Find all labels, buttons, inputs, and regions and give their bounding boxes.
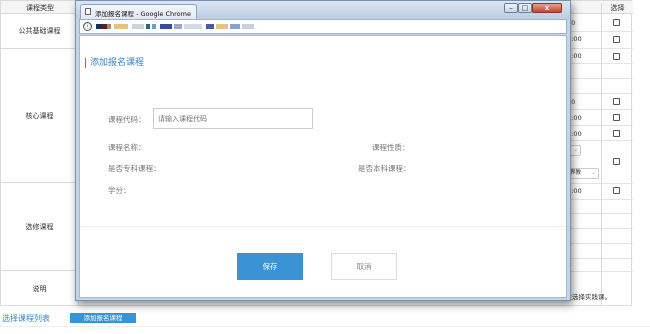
redacted-url-block bbox=[184, 24, 202, 29]
redacted-url-block bbox=[206, 24, 214, 29]
redacted-url-block bbox=[174, 24, 182, 29]
chrome-popup-window: 添加报名课程 - Google Chrome – □ x ⓘ 添加报名课程 课程… bbox=[75, 0, 571, 301]
row-checkbox[interactable] bbox=[613, 114, 620, 121]
form-divider bbox=[80, 226, 566, 227]
row-checkbox[interactable] bbox=[613, 130, 620, 137]
row-checkbox[interactable] bbox=[613, 187, 620, 194]
is-bachelor-label: 是否本科课程： bbox=[358, 164, 411, 173]
popup-content: 添加报名课程 课程代码： 课程名称： 课程性质： 是否专科课程： 是否本科课程：… bbox=[79, 35, 567, 298]
category-note: 说明 bbox=[1, 271, 79, 307]
maximize-button[interactable]: □ bbox=[518, 3, 532, 13]
save-button[interactable]: 保存 bbox=[237, 253, 303, 280]
header-course-type: 课程类型 bbox=[26, 4, 54, 12]
chevron-down-icon: ⌄ bbox=[591, 170, 596, 176]
redacted-url-block bbox=[114, 24, 128, 29]
credit-label: 学分： bbox=[108, 186, 131, 195]
redacted-url-block bbox=[107, 24, 111, 29]
footer-divider bbox=[0, 326, 650, 327]
selected-courses-title: 选择课程列表 bbox=[2, 314, 50, 323]
is-junior-college-label: 是否专科课程： bbox=[108, 164, 161, 173]
row-checkbox[interactable] bbox=[613, 36, 620, 43]
address-bar[interactable]: ⓘ bbox=[79, 19, 567, 34]
redacted-url-block bbox=[152, 24, 156, 29]
select-column-divider bbox=[601, 14, 602, 307]
category-label: 选修课程 bbox=[25, 222, 54, 231]
redacted-url-block bbox=[216, 24, 228, 29]
browser-tab[interactable]: 添加报名课程 - Google Chrome bbox=[80, 4, 197, 19]
row-select[interactable]: 界教 ⌄ bbox=[567, 168, 599, 179]
category-public: 公共基础课程 bbox=[1, 14, 79, 49]
tab-title: 添加报名课程 - Google Chrome bbox=[95, 10, 191, 18]
redacted-url-block bbox=[242, 24, 254, 29]
window-titlebar[interactable]: 添加报名课程 - Google Chrome – □ x bbox=[76, 1, 570, 19]
category-label: 核心课程 bbox=[25, 111, 54, 120]
redacted-url-block bbox=[230, 24, 240, 29]
category-elective: 选修课程 bbox=[1, 183, 79, 271]
category-core: 核心课程 bbox=[1, 49, 79, 183]
row-checkbox[interactable] bbox=[613, 19, 620, 26]
redacted-url-block bbox=[132, 24, 144, 29]
chevron-down-icon: ⌄ bbox=[573, 147, 578, 153]
header-select: 选择 bbox=[601, 3, 633, 16]
cancel-button[interactable]: 取消 bbox=[331, 253, 397, 280]
course-code-label: 课程代码： bbox=[108, 115, 146, 124]
page-root: 课程类型 选择 公共基础课程 核心课程 选修课程 说明 30 7:00 7:00… bbox=[0, 0, 650, 334]
category-label: 说明 bbox=[32, 285, 47, 293]
course-code-input[interactable] bbox=[153, 108, 313, 129]
course-name-label: 课程名称： bbox=[108, 143, 146, 152]
redacted-url-block bbox=[146, 24, 150, 29]
course-nature-label: 课程性质： bbox=[372, 143, 410, 152]
info-icon[interactable]: ⓘ bbox=[83, 22, 92, 31]
row-select-value: 界教 bbox=[570, 170, 582, 176]
add-course-button[interactable]: 添加报名课程 bbox=[70, 313, 136, 323]
row-checkbox[interactable] bbox=[613, 53, 620, 60]
category-label: 公共基础课程 bbox=[18, 27, 61, 35]
row-checkbox[interactable] bbox=[613, 98, 620, 105]
page-icon bbox=[85, 8, 91, 15]
minimize-button[interactable]: – bbox=[504, 3, 518, 13]
redacted-url-block bbox=[160, 24, 172, 29]
close-button[interactable]: x bbox=[532, 3, 562, 13]
row-checkbox[interactable] bbox=[613, 158, 620, 165]
form-title: 添加报名课程 bbox=[85, 58, 144, 68]
